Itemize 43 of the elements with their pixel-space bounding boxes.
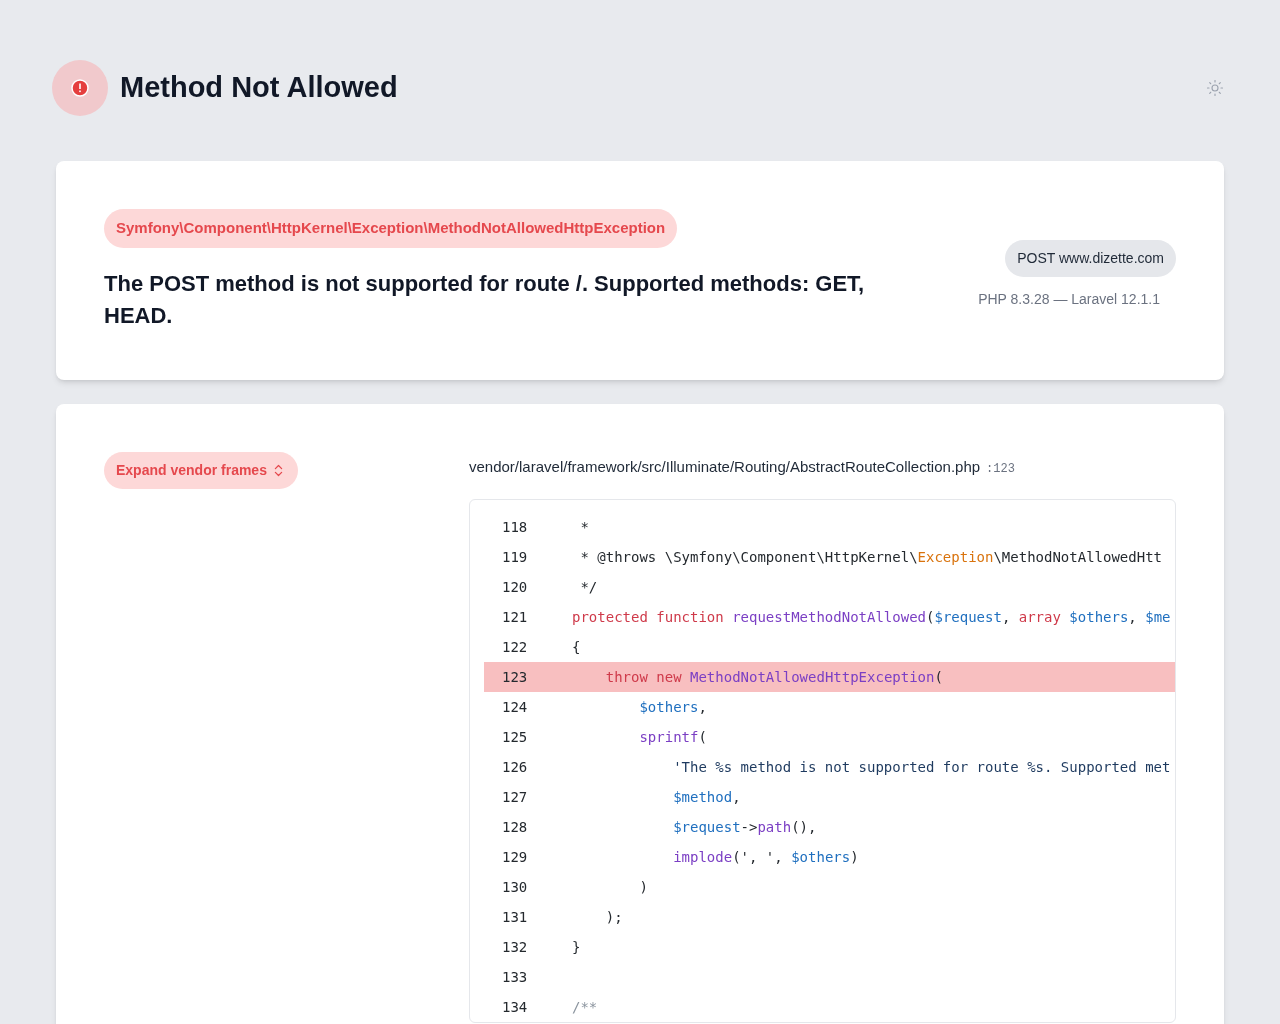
code-text: $request->path(), bbox=[672, 817, 817, 837]
code-line-number: 122 bbox=[501, 637, 529, 657]
code-line-number: 120 bbox=[501, 577, 529, 597]
code-line-number: 134 bbox=[501, 997, 529, 1017]
code-line-number: 126 bbox=[501, 757, 529, 777]
code-text: $others, bbox=[638, 697, 707, 717]
file-path: vendor/laravel/framework/src/Illuminate/Routing/AbstractRouteCollection.php bbox=[469, 456, 981, 477]
code-text: ) bbox=[638, 877, 648, 897]
code-line-number: 118 bbox=[501, 517, 529, 537]
code-line-number: 128 bbox=[501, 817, 529, 837]
code-text: sprintf( bbox=[638, 727, 707, 747]
code-text: ); bbox=[604, 907, 623, 927]
error-icon bbox=[52, 60, 108, 116]
code-text: } bbox=[572, 937, 581, 957]
expand-vendor-frames-button[interactable]: Expand vendor frames bbox=[104, 451, 298, 489]
page-title: Method Not Allowed bbox=[120, 70, 398, 106]
code-line-number: 125 bbox=[501, 727, 529, 747]
code-line-number: 127 bbox=[501, 787, 529, 807]
request-badge: POST www.dizette.com bbox=[1005, 240, 1176, 277]
code-text: 'The %s method is not supported for route %s. Supported met bbox=[672, 757, 1171, 777]
code-line-number: 123 bbox=[501, 667, 529, 687]
line-number-label: :123 bbox=[986, 460, 1015, 478]
exception-message: The POST method is not supported for route /. Supported methods: GET, HEAD. bbox=[104, 269, 866, 330]
code-line-number: 133 bbox=[501, 967, 529, 987]
version-text: PHP 8.3.28 — Laravel 12.1.1 bbox=[978, 290, 1161, 309]
code-line-number: 129 bbox=[501, 847, 529, 867]
code-text: $method, bbox=[672, 787, 741, 807]
code-text: * @throws \Symfony\Component\HttpKernel\Exception\MethodNotAllowedHtt bbox=[579, 547, 1162, 567]
code-line-number: 124 bbox=[501, 697, 529, 717]
code-line-number: 121 bbox=[501, 607, 529, 627]
code-text: { bbox=[572, 637, 581, 657]
theme-toggle-icon[interactable] bbox=[1206, 79, 1224, 97]
code-line-number: 132 bbox=[501, 937, 529, 957]
code-text: implode(', ', $others) bbox=[672, 847, 859, 867]
code-line-number: 131 bbox=[501, 907, 529, 927]
code-text: /** bbox=[572, 997, 598, 1017]
code-line-number: 130 bbox=[501, 877, 529, 897]
code-line-number: 119 bbox=[501, 547, 529, 567]
code-text: protected function requestMethodNotAllowed($request, array $others, $me bbox=[572, 607, 1171, 627]
exception-class-badge: Symfony\Component\HttpKernel\Exception\MethodNotAllowedHttpException bbox=[104, 209, 678, 248]
code-text: */ bbox=[579, 577, 598, 597]
code-text: * bbox=[579, 517, 589, 537]
code-text: throw new MethodNotAllowedHttpException( bbox=[604, 667, 943, 687]
